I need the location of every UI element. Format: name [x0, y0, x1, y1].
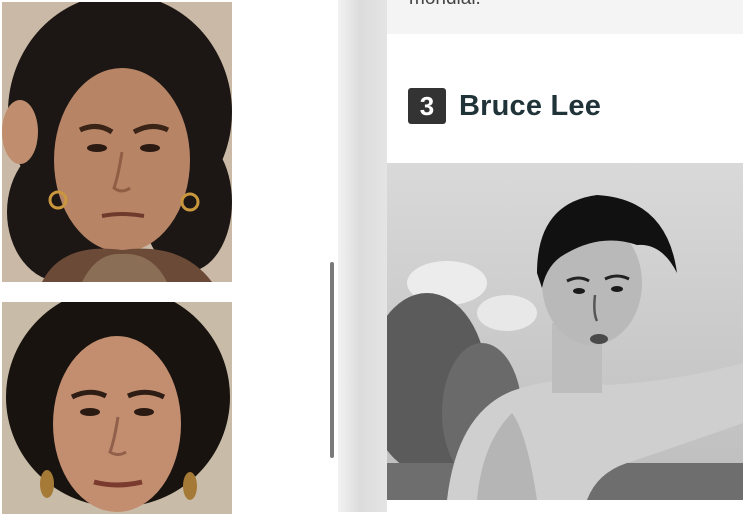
- panel-gutter: [338, 0, 387, 512]
- entry-photo[interactable]: [387, 163, 743, 500]
- entry-title: Bruce Lee: [459, 90, 602, 122]
- scrollbar-thumb[interactable]: [330, 262, 334, 458]
- portrait-photo-2[interactable]: [2, 302, 232, 514]
- left-image-column: [0, 0, 338, 514]
- portrait-photo-1[interactable]: [2, 2, 232, 282]
- previous-entry-block: mondial.: [387, 0, 743, 34]
- portrait-woman-curly-hair-photo: [2, 2, 232, 282]
- bruce-lee-black-and-white-photo: [387, 163, 743, 500]
- rank-badge: 3: [408, 88, 446, 124]
- article-column: mondial. 3 Bruce Lee: [387, 0, 743, 512]
- portrait-woman-dark-hair-photo: [2, 302, 232, 514]
- previous-entry-text: mondial.: [409, 0, 481, 10]
